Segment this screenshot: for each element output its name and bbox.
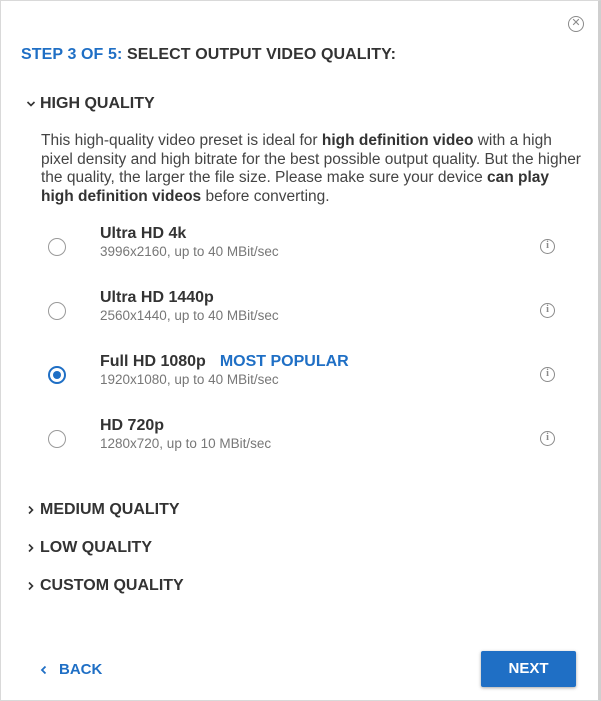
section-low-quality[interactable]: LOW QUALITY xyxy=(26,539,152,557)
option-title: Ultra HD 4k xyxy=(100,225,186,243)
step-title: SELECT OUTPUT VIDEO QUALITY: xyxy=(126,46,397,63)
option-title-text: Full HD 1080p xyxy=(100,353,206,370)
description-text: before converting. xyxy=(201,187,330,205)
option-ultra-hd-4k[interactable]: Ultra HD 4k 3996x2160, up to 40 MBit/sec… xyxy=(1,221,598,277)
preset-description: This high-quality video preset is ideal … xyxy=(41,132,586,206)
chevron-right-icon xyxy=(26,505,40,515)
option-title: Full HD 1080p MOST POPULAR xyxy=(100,353,349,371)
option-ultra-hd-1440p[interactable]: Ultra HD 1440p 2560x1440, up to 40 MBit/… xyxy=(1,285,598,341)
info-icon[interactable]: i xyxy=(540,239,555,254)
chevron-left-icon xyxy=(39,665,59,675)
most-popular-badge: MOST POPULAR xyxy=(219,353,349,370)
back-label: BACK xyxy=(59,661,103,678)
option-hd-720p[interactable]: HD 720p 1280x720, up to 10 MBit/sec i xyxy=(1,413,598,469)
back-button[interactable]: BACK xyxy=(39,661,102,678)
radio-button[interactable] xyxy=(48,302,66,320)
radio-button-selected[interactable] xyxy=(48,366,66,384)
close-icon[interactable]: ✕ xyxy=(568,16,584,32)
description-emphasis: high definition video xyxy=(321,132,474,149)
option-subtitle: 1280x720, up to 10 MBit/sec xyxy=(100,436,272,451)
quality-dialog: ✕ STEP 3 OF 5: SELECT OUTPUT VIDEO QUALI… xyxy=(0,0,601,701)
section-title: HIGH QUALITY xyxy=(40,95,155,112)
radio-button[interactable] xyxy=(48,238,66,256)
option-subtitle: 1920x1080, up to 40 MBit/sec xyxy=(100,372,279,387)
option-subtitle: 3996x2160, up to 40 MBit/sec xyxy=(100,244,279,259)
info-icon[interactable]: i xyxy=(540,303,555,318)
option-title-text: Ultra HD 4k xyxy=(100,225,187,242)
radio-button[interactable] xyxy=(48,430,66,448)
info-icon[interactable]: i xyxy=(540,431,555,446)
step-heading: STEP 3 OF 5: SELECT OUTPUT VIDEO QUALITY… xyxy=(21,46,396,64)
section-high-quality[interactable]: HIGH QUALITY xyxy=(26,95,155,113)
option-title-text: Ultra HD 1440p xyxy=(100,289,214,306)
section-medium-quality[interactable]: MEDIUM QUALITY xyxy=(26,501,180,519)
step-indicator: STEP 3 OF 5: xyxy=(21,46,123,63)
section-custom-quality[interactable]: CUSTOM QUALITY xyxy=(26,577,184,595)
option-full-hd-1080p[interactable]: Full HD 1080p MOST POPULAR 1920x1080, up … xyxy=(1,349,598,405)
section-title: MEDIUM QUALITY xyxy=(40,501,180,518)
option-title: Ultra HD 1440p xyxy=(100,289,214,307)
info-icon[interactable]: i xyxy=(540,367,555,382)
chevron-right-icon xyxy=(26,543,40,553)
option-subtitle: 2560x1440, up to 40 MBit/sec xyxy=(100,308,279,323)
section-title: LOW QUALITY xyxy=(40,539,152,556)
next-button[interactable]: NEXT xyxy=(481,651,576,687)
description-text: This high-quality video preset is ideal … xyxy=(41,132,322,149)
option-title: HD 720p xyxy=(100,417,164,435)
chevron-right-icon xyxy=(26,581,40,591)
chevron-down-icon xyxy=(26,99,40,109)
section-title: CUSTOM QUALITY xyxy=(40,577,184,594)
option-title-text: HD 720p xyxy=(100,417,165,434)
